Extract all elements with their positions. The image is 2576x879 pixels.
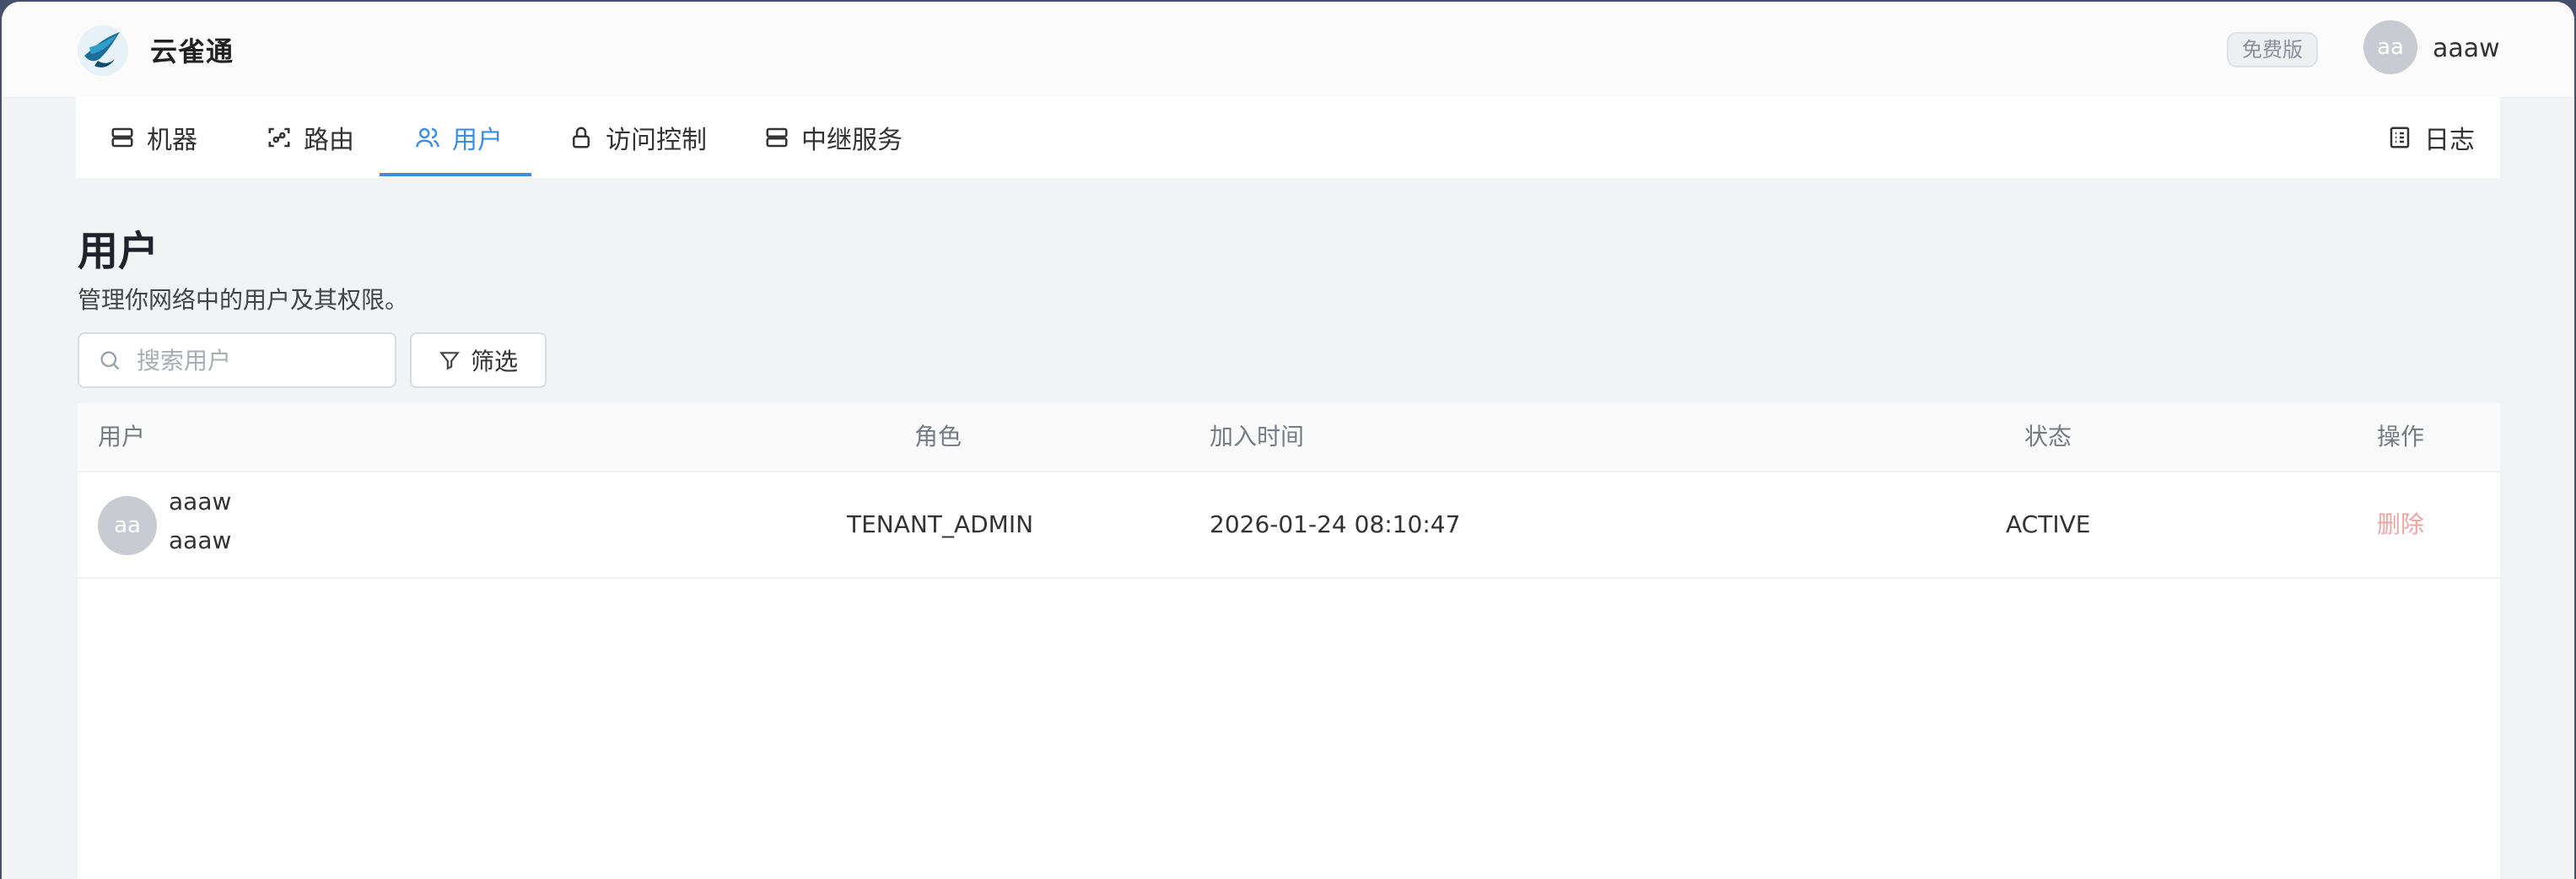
relay-server-icon [766,127,788,148]
table-header: 用户 角色 加入时间 状态 操作 [78,403,2500,472]
nav-item-machines[interactable]: 机器 [110,97,197,178]
nav-item-users[interactable]: 用户 [415,97,503,178]
nav-item-label: 机器 [147,126,197,155]
server-icon [111,127,133,148]
column-header-actions: 操作 [2377,423,2425,450]
column-header-status: 状态 [2024,423,2072,450]
search-box[interactable] [78,332,396,388]
user-email: aaaw [169,526,232,554]
plan-badge: 免费版 [2227,32,2318,67]
nav-item-label: 访问控制 [606,126,707,155]
user-joined-time: 2026-01-24 08:10:47 [1210,510,1461,538]
nav-item-access-control[interactable]: 访问控制 [569,97,707,178]
filter-label: 筛选 [470,348,518,375]
delete-user-button[interactable]: 删除 [2377,472,2424,577]
user-role: TENANT_ADMIN [847,510,1034,538]
nav-item-label: 日志 [2424,126,2475,155]
avatar[interactable]: aa [2363,20,2417,74]
nav-item-label: 用户 [452,126,503,155]
users-table: 用户 角色 加入时间 状态 操作 aa aaaw aaaw TENANT_ADM… [78,403,2500,879]
lock-icon [573,127,590,148]
page-title: 用户 [78,228,159,275]
user-name: aaaw [169,488,232,515]
active-tab-indicator [380,173,531,176]
filter-button[interactable]: 筛选 [410,332,547,388]
users-icon [416,127,439,148]
nav-item-label: 路由 [304,126,354,155]
route-scan-icon [268,127,290,148]
search-icon [100,351,120,370]
logo-icon [78,25,128,76]
main-nav: 机器 路由 用户 访问控制 中继服务 日志 [76,97,2500,178]
column-header-role: 角色 [914,423,962,450]
app-window: 云雀通 免费版 aa aaaw 机器 路由 用户 访问控制 中继服务 日志 用户… [2,2,2574,879]
nav-item-routes[interactable]: 路由 [267,97,354,178]
log-icon [2390,127,2410,148]
nav-item-label: 中继服务 [801,126,903,155]
brand-name: 云雀通 [150,35,234,67]
user-status: ACTIVE [2006,510,2091,538]
current-user-name[interactable]: aaaw [2433,34,2500,63]
column-header-user: 用户 [98,423,146,450]
search-input[interactable] [135,345,375,375]
nav-item-relay[interactable]: 中继服务 [764,97,903,178]
column-header-joined: 加入时间 [1210,423,1305,450]
page-description: 管理你网络中的用户及其权限。 [78,286,409,314]
nav-item-logs[interactable]: 日志 [2387,97,2475,178]
top-bar: 云雀通 免费版 aa aaaw [2,2,2574,98]
filter-icon [439,352,460,370]
avatar: aa [98,496,157,555]
table-row: aa aaaw aaaw TENANT_ADMIN 2026-01-24 08:… [78,472,2500,579]
